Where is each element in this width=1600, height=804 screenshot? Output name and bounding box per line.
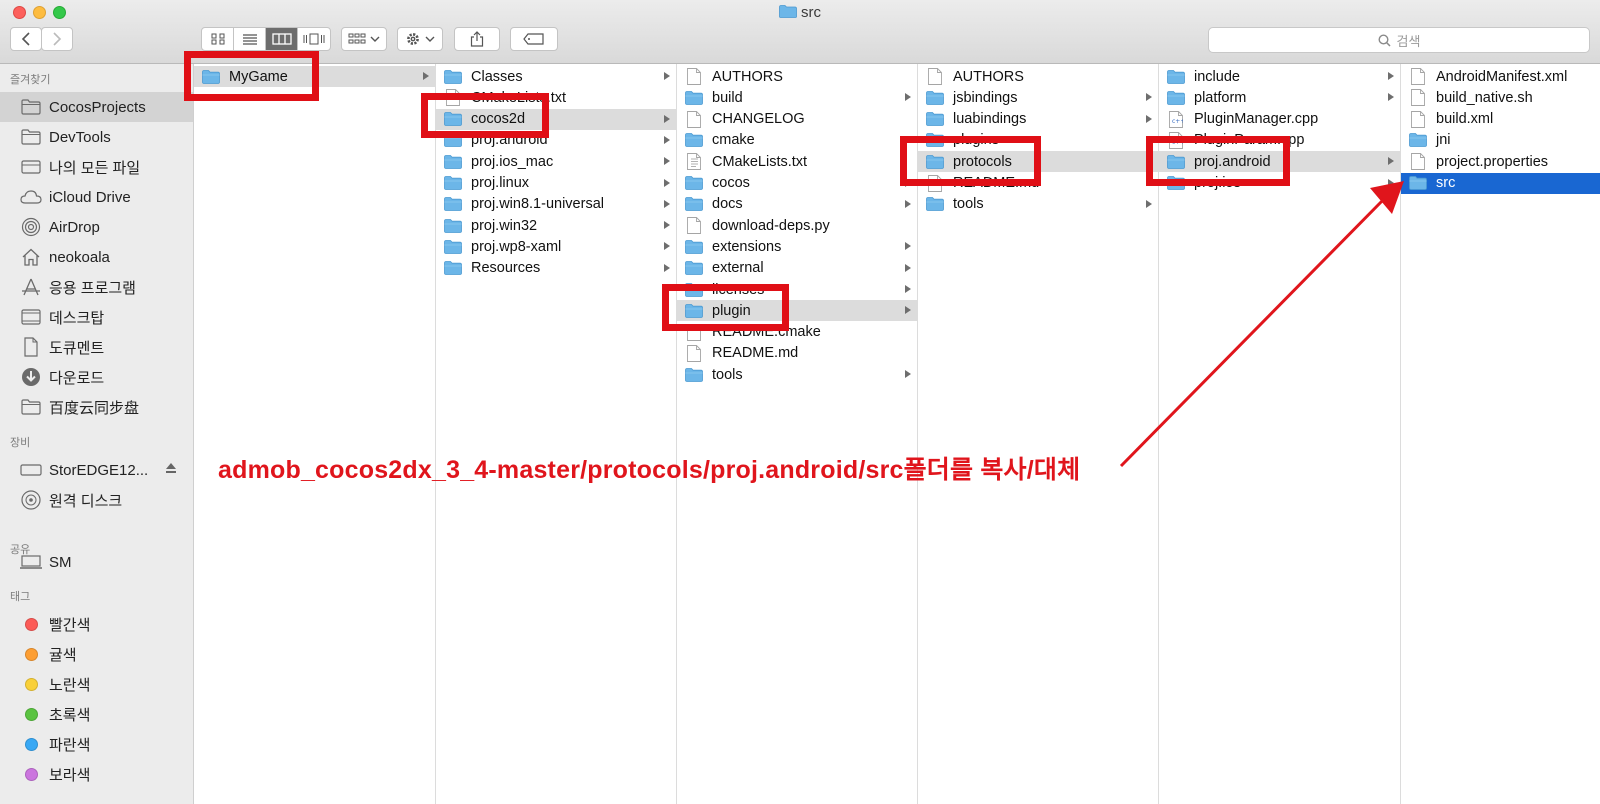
arrow-shaft: [1119, 197, 1386, 468]
annotation-text: admob_cocos2dx_3_4-master/protocols/proj…: [218, 456, 1081, 484]
annotation-arrow: [1119, 181, 1404, 468]
finder-window: src 검색 즐겨찾기 CocosProjects DevTools 나의 모든…: [0, 0, 1600, 804]
